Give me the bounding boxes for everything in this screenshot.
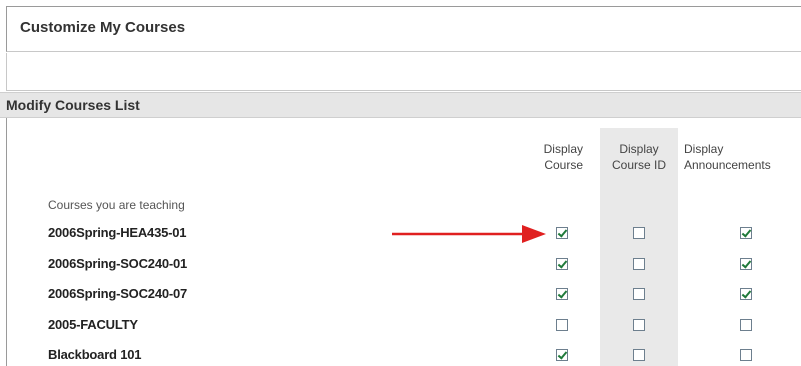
course-row: 2006Spring-SOC240-01 <box>0 250 801 280</box>
display-course-id-checkbox[interactable] <box>633 349 645 361</box>
display-course-id-checkbox[interactable] <box>633 288 645 300</box>
display-course-id-header: Display Course ID <box>600 141 678 173</box>
course-row: 2006Spring-SOC240-07 <box>0 280 801 310</box>
display-course-checkbox[interactable] <box>556 288 568 300</box>
display-course-checkbox[interactable] <box>556 258 568 270</box>
display-course-header: Display Course <box>525 141 583 173</box>
display-announcements-checkbox[interactable] <box>740 258 752 270</box>
display-announcements-header: Display Announcements <box>684 141 798 173</box>
page-title: Customize My Courses <box>20 19 186 36</box>
title-bar: Customize My Courses <box>6 6 801 52</box>
display-course-id-checkbox[interactable] <box>633 227 645 239</box>
course-name: 2006Spring-SOC240-07 <box>48 286 188 301</box>
display-announcements-checkbox[interactable] <box>740 227 752 239</box>
display-course-header-line1: Display <box>543 142 583 156</box>
courses-caption: Courses you are teaching <box>48 198 185 212</box>
course-name: Blackboard 101 <box>48 347 142 362</box>
display-announcements-header-line1: Display <box>684 142 724 156</box>
red-arrow-icon <box>392 225 546 243</box>
course-name: 2006Spring-HEA435-01 <box>48 225 187 240</box>
display-course-id-checkbox[interactable] <box>633 319 645 331</box>
section-header-label: Modify Courses List <box>6 97 140 113</box>
display-announcements-checkbox[interactable] <box>740 319 752 331</box>
course-row: 2005-FACULTY <box>0 311 801 341</box>
display-course-id-header-line2: Course ID <box>611 158 667 172</box>
display-announcements-header-line2: Announcements <box>684 158 771 172</box>
title-spacer <box>6 53 801 91</box>
display-course-checkbox[interactable] <box>556 349 568 361</box>
display-course-header-line2: Course <box>544 158 583 172</box>
course-row: Blackboard 101 <box>0 341 801 366</box>
display-announcements-checkbox[interactable] <box>740 288 752 300</box>
display-course-checkbox[interactable] <box>556 319 568 331</box>
course-name: 2006Spring-SOC240-01 <box>48 256 188 271</box>
customize-my-courses-page: Customize My Courses Modify Courses List… <box>0 0 801 366</box>
display-announcements-checkbox[interactable] <box>740 349 752 361</box>
section-header: Modify Courses List <box>0 92 801 118</box>
display-course-id-header-line1: Display <box>619 142 659 156</box>
display-course-checkbox[interactable] <box>556 227 568 239</box>
display-course-id-checkbox[interactable] <box>633 258 645 270</box>
course-name: 2005-FACULTY <box>48 317 138 332</box>
